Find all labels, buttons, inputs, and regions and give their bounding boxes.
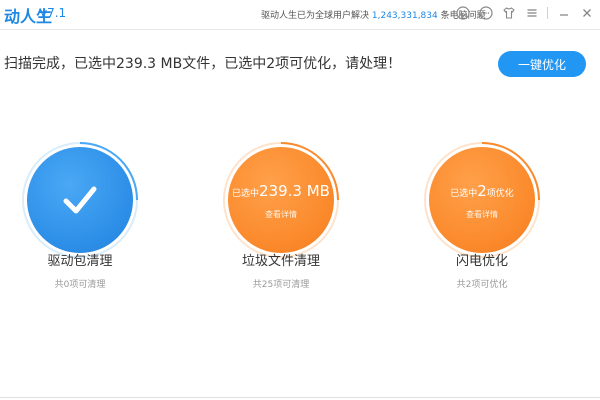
scan-status-text: 扫描完成，已选中239.3 MB文件，已选中2项可优化，请处理！	[4, 56, 402, 72]
card-title: 垃圾文件清理	[241, 254, 320, 269]
title-divider	[0, 29, 600, 30]
one-click-optimize-button[interactable]: 一键优化	[498, 51, 586, 77]
flash-selected-text: 已选中2项优化	[429, 183, 535, 202]
menu-icon[interactable]	[524, 6, 539, 21]
driver-package-card[interactable]: 驱动包清理 共0项可清理	[20, 140, 140, 310]
flash-status-circle: 已选中2项优化 查看详情	[429, 147, 535, 253]
title-bar-separator	[547, 7, 548, 19]
card-title: 驱动包清理	[47, 254, 113, 269]
message-icon[interactable]	[478, 6, 493, 21]
view-details-link[interactable]: 查看详情	[429, 209, 535, 220]
selected-prefix: 已选中	[232, 189, 260, 199]
shirt-icon[interactable]	[501, 6, 516, 21]
card-subtitle: 共2项可优化	[456, 280, 508, 290]
selected-suffix: 项优化	[486, 189, 514, 199]
title-bar-controls	[455, 4, 594, 22]
app-window: 动人生 v7.1 驱动人生已为全球用户解决 1,243,331,834 条电脑问…	[0, 0, 600, 400]
close-icon[interactable]	[579, 6, 594, 21]
smiley-icon[interactable]	[455, 6, 470, 21]
junk-file-card[interactable]: 已选中239.3 MB 查看详情 垃圾文件清理 共25项可清理	[221, 140, 341, 310]
minimize-icon[interactable]	[556, 6, 571, 21]
view-details-link[interactable]: 查看详情	[228, 209, 334, 220]
selected-count: 2	[477, 182, 487, 200]
junk-selected-text: 已选中239.3 MB	[228, 183, 334, 202]
solved-prefix: 驱动人生已为全球用户解决	[261, 11, 370, 21]
bottom-divider	[0, 397, 600, 398]
card-title: 闪电优化	[455, 254, 508, 269]
check-icon	[63, 186, 97, 214]
selected-prefix: 已选中	[450, 189, 478, 199]
selected-size: 239.3 MB	[259, 182, 330, 200]
card-subtitle: 共25项可清理	[252, 280, 310, 290]
junk-status-circle: 已选中239.3 MB 查看详情	[228, 147, 334, 253]
solved-count: 1,243,331,834	[371, 11, 438, 21]
app-version: v7.1	[40, 6, 67, 20]
card-subtitle: 共0项可清理	[54, 280, 106, 290]
flash-optimize-card[interactable]: 已选中2项优化 查看详情 闪电优化 共2项可优化	[422, 140, 542, 310]
solved-counter: 驱动人生已为全球用户解决 1,243,331,834 条电脑问题	[261, 8, 486, 21]
title-bar: 动人生 v7.1 驱动人生已为全球用户解决 1,243,331,834 条电脑问…	[0, 0, 600, 28]
driver-status-circle	[27, 147, 133, 253]
